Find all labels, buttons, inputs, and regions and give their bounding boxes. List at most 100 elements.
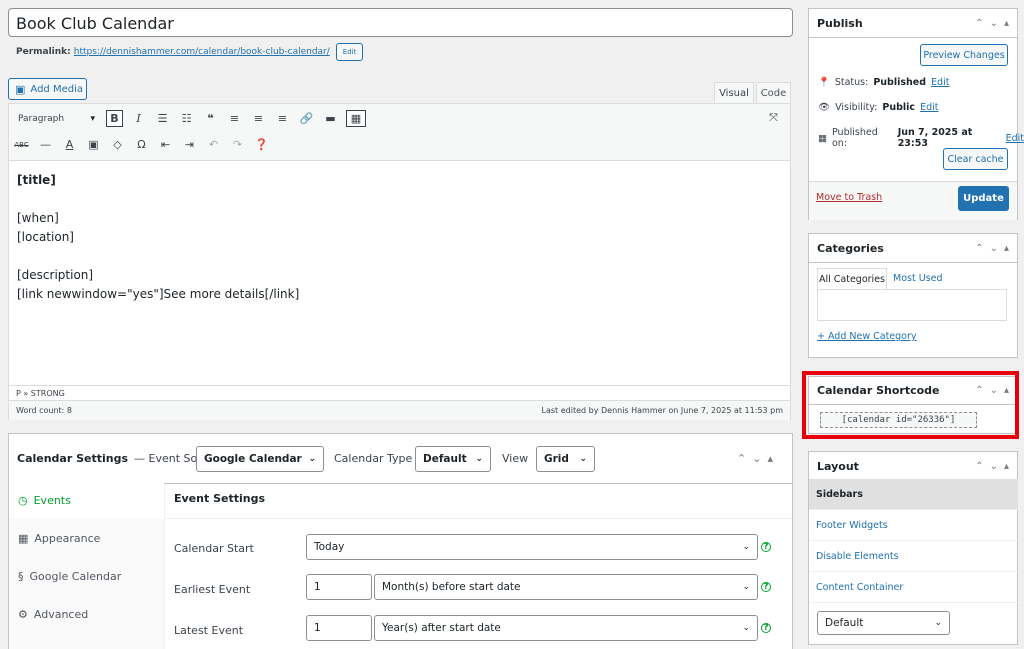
collapse-icon[interactable]: ▴ [1004,243,1009,254]
tab-appearance[interactable]: ▦ Appearance [9,519,164,557]
content-editor: Paragraph ▾ B I ☰ ☷ ❝ ≡ ≡ ≡ 🔗 ▬ ▦ ⤧ ABC —… [8,103,791,420]
permalink: Permalink: https://dennishammer.com/cale… [16,43,364,61]
read-more-icon[interactable]: ▬ [322,110,339,127]
format-select[interactable]: Paragraph ▾ [13,109,99,128]
layout-item-content-container[interactable]: Content Container [809,572,1018,603]
help-icon[interactable]: ❓ [253,136,270,153]
tab-events[interactable]: ◷ Events [9,481,164,519]
visibility-row: 👁 Visibility: Public Edit [818,102,939,113]
collapse-icon[interactable]: ▴ [767,452,773,465]
move-up-icon[interactable]: ⌃ [975,18,983,29]
calendar-icon: ▦ [818,132,827,144]
latest-event-number[interactable]: 1 [306,615,372,641]
align-center-icon[interactable]: ≡ [250,110,267,127]
paste-text-icon[interactable]: ▣ [85,136,102,153]
divider [165,518,792,519]
tab-google-calendar[interactable]: § Google Calendar [9,557,164,595]
visibility-edit-link[interactable]: Edit [920,102,938,113]
move-down-icon[interactable]: ⌄ [990,243,998,254]
eye-icon: 👁 [818,102,831,113]
preview-changes-button[interactable]: Preview Changes [920,44,1008,66]
editor-content[interactable]: [title] [when] [location] [description] … [17,171,299,304]
layout-title: Layout [817,459,859,473]
move-down-icon[interactable]: ⌄ [990,461,998,472]
layout-item-disable-elements[interactable]: Disable Elements [809,541,1018,572]
categories-title: Categories [817,241,884,255]
fullscreen-icon[interactable]: ⤧ [765,109,782,126]
outdent-icon[interactable]: ⇤ [157,136,174,153]
link-icon[interactable]: 🔗 [298,110,315,127]
post-title-input[interactable]: Book Club Calendar [8,8,793,37]
clear-format-icon[interactable]: ◇ [109,136,126,153]
text-color-icon[interactable]: A [61,136,78,153]
help-icon[interactable]: ? [761,542,771,552]
add-new-category-link[interactable]: + Add New Category [817,331,917,342]
undo-icon[interactable]: ↶ [205,136,222,153]
earliest-event-unit-select[interactable]: Month(s) before start date ⌄ [374,574,758,600]
latest-event-unit-select[interactable]: Year(s) after start date ⌄ [374,615,758,641]
move-down-icon[interactable]: ⌄ [990,18,998,29]
content-line: [when] [17,211,59,225]
tab-visual[interactable]: Visual [714,82,754,104]
view-select[interactable]: Grid ⌄ [536,446,595,472]
indent-icon[interactable]: ⇥ [181,136,198,153]
latest-event-label: Latest Event [174,624,244,637]
content-line: [location] [17,230,74,244]
blockquote-icon[interactable]: ❝ [202,110,219,127]
move-up-icon[interactable]: ⌃ [737,452,746,465]
move-up-icon[interactable]: ⌃ [975,461,983,472]
highlight-box [802,371,1019,439]
move-down-icon[interactable]: ⌄ [752,452,761,465]
word-count: Word count: 8 [16,406,73,415]
align-left-icon[interactable]: ≡ [226,110,243,127]
bold-icon[interactable]: B [106,110,123,127]
earliest-event-number[interactable]: 1 [306,574,372,600]
align-right-icon[interactable]: ≡ [274,110,291,127]
bullet-list-icon[interactable]: ☰ [154,110,171,127]
horizontal-line-icon[interactable]: — [37,136,54,153]
numbered-list-icon[interactable]: ☷ [178,110,195,127]
toolbar-toggle-icon[interactable]: ▦ [346,110,366,127]
event-source-select[interactable]: Google Calendar ⌄ [196,446,324,472]
tab-most-used[interactable]: Most Used [893,273,942,284]
add-media-button[interactable]: ▣ Add Media [8,78,87,100]
published-row: ▦ Published on: Jun 7, 2025 at 23:53 Edit [818,127,1024,149]
content-line: [title] [17,173,56,187]
collapse-icon[interactable]: ▴ [1004,461,1009,472]
special-char-icon[interactable]: Ω [133,136,150,153]
strikethrough-icon[interactable]: ABC [13,136,30,153]
redo-icon[interactable]: ↷ [229,136,246,153]
add-media-label: Add Media [30,83,83,95]
permalink-link[interactable]: https://dennishammer.com/calendar/book-c… [74,47,330,57]
published-edit-link[interactable]: Edit [1006,133,1024,144]
content-line: [description] [17,268,94,282]
category-list[interactable] [817,289,1007,321]
google-icon: § [18,569,24,583]
move-to-trash-link[interactable]: Move to Trash [816,192,882,203]
tab-advanced[interactable]: ⚙ Advanced [9,595,164,633]
collapse-icon[interactable]: ▴ [1004,18,1009,29]
layout-select[interactable]: Default ⌄ [817,611,950,635]
update-button[interactable]: Update [958,186,1009,211]
earliest-event-label: Earliest Event [174,583,251,596]
clear-cache-button[interactable]: Clear cache [943,148,1008,170]
content-line: [link newwindow="yes"]See more details[/… [17,287,300,301]
permalink-edit-button[interactable]: Edit [335,43,364,61]
help-icon[interactable]: ? [761,623,771,633]
layout-item-footer-widgets[interactable]: Footer Widgets [809,510,1018,541]
layout-item-sidebars[interactable]: Sidebars [809,479,1018,510]
calendar-settings-arrows: ⌃ ⌄ ▴ [737,452,773,465]
tab-all-categories[interactable]: All Categories [817,268,887,290]
move-up-icon[interactable]: ⌃ [975,243,983,254]
calendar-start-select[interactable]: Today ⌄ [306,534,758,560]
calendar-settings-title: Calendar Settings [17,452,129,465]
calendar-type-select[interactable]: Default ⌄ [415,446,491,472]
gears-icon: ⚙ [18,607,28,621]
help-icon[interactable]: ? [761,582,771,592]
italic-icon[interactable]: I [130,110,147,127]
categories-header: Categories ⌃ ⌄ ▴ [809,234,1017,263]
media-icon: ▣ [15,82,26,96]
status-edit-link[interactable]: Edit [931,77,949,88]
tab-code[interactable]: Code [756,82,791,104]
element-path: P » STRONG [9,385,790,399]
